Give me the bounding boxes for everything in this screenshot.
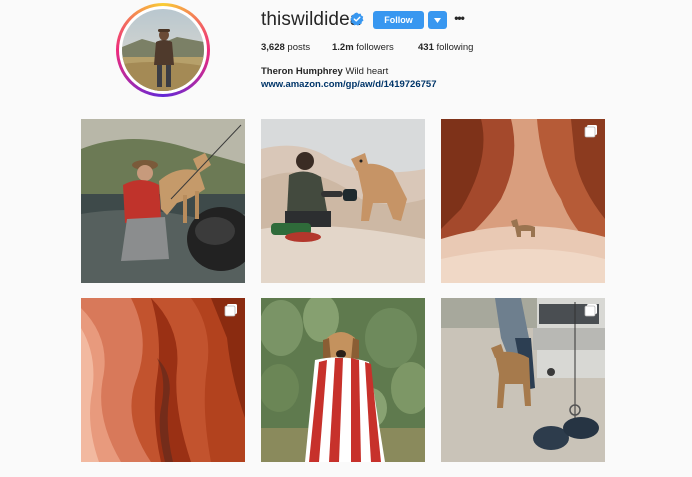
suggested-accounts-dropdown-button[interactable] <box>428 11 447 29</box>
post-thumbnail-5[interactable] <box>261 298 425 462</box>
post-thumbnail-2[interactable] <box>261 119 425 283</box>
multiple-photos-icon <box>584 304 597 317</box>
caret-down-icon <box>434 18 441 23</box>
followers-count-stat[interactable]: 1.2m followers <box>332 42 394 53</box>
followers-count: 1.2m <box>332 42 354 53</box>
profile-full-name: Theron Humphrey <box>261 66 343 77</box>
verified-badge-icon <box>350 12 364 26</box>
post-thumbnail-3[interactable] <box>441 119 605 283</box>
profile-bio: Theron Humphrey Wild heart <box>261 66 388 77</box>
multiple-photos-icon <box>584 125 597 138</box>
multiple-photos-icon <box>224 304 237 317</box>
profile-bio-text: Wild heart <box>345 66 389 77</box>
post-thumbnail-1[interactable] <box>81 119 245 283</box>
post-thumbnail-4[interactable] <box>81 298 245 462</box>
avatar-border <box>119 6 207 94</box>
following-label: following <box>436 42 474 53</box>
following-count: 431 <box>418 42 434 53</box>
profile-website-link[interactable]: www.amazon.com/gp/aw/d/1419726757 <box>261 79 436 90</box>
follow-button[interactable]: Follow <box>373 11 424 29</box>
post-thumbnail-6[interactable] <box>441 298 605 462</box>
avatar[interactable] <box>122 9 204 91</box>
posts-count-stat: 3,628 posts <box>261 42 310 53</box>
profile-username: thiswildidea <box>261 9 361 30</box>
more-options-button[interactable]: ••• <box>452 10 466 28</box>
posts-label: posts <box>287 42 311 53</box>
following-count-stat[interactable]: 431 following <box>418 42 473 53</box>
followers-label: followers <box>356 42 394 53</box>
posts-count: 3,628 <box>261 42 285 53</box>
profile-avatar-ring[interactable] <box>116 3 210 97</box>
